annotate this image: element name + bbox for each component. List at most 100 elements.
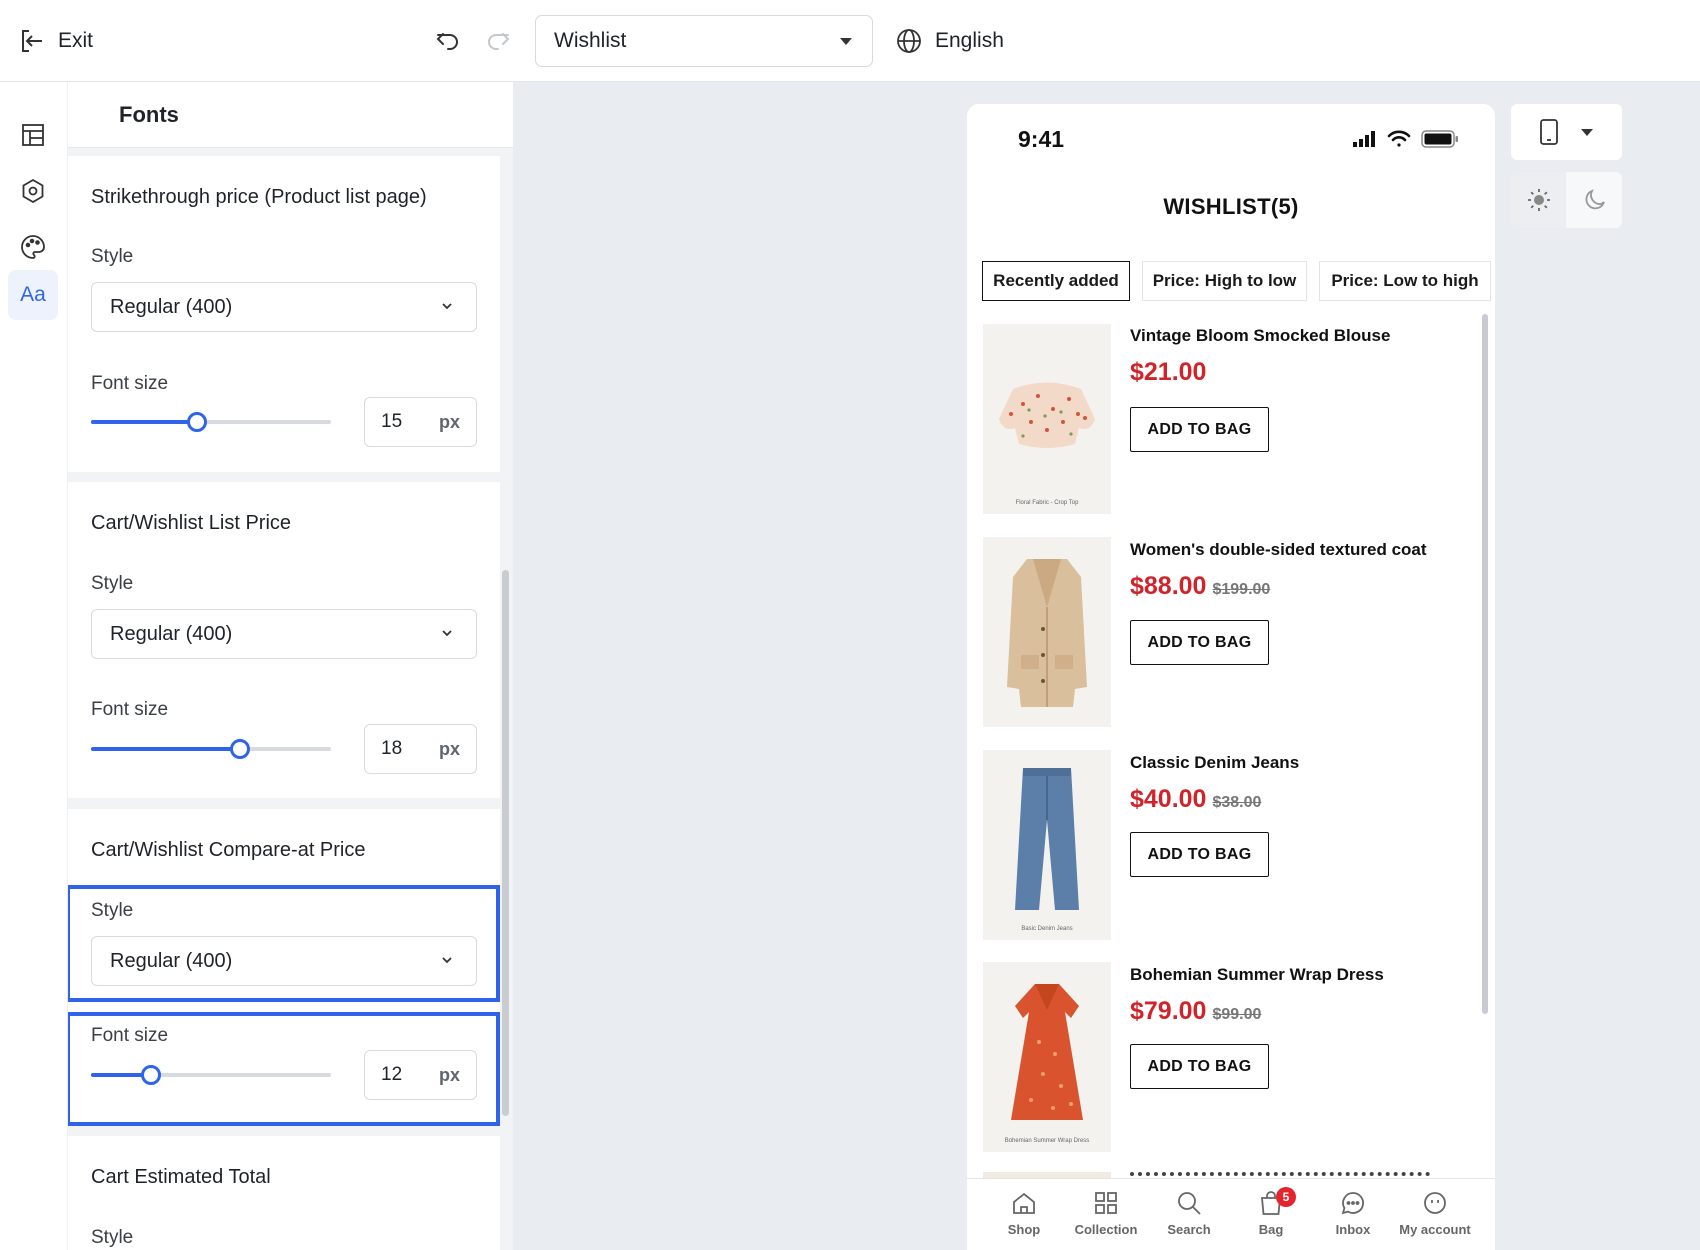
battery-icon [1421, 130, 1458, 148]
panel-header: Fonts [68, 82, 513, 148]
product-price: $79.00 $99.00 [1130, 997, 1261, 1026]
font-size-input[interactable]: 18 px [364, 724, 477, 774]
product-name[interactable]: Women's double-sided textured coat [1130, 540, 1427, 560]
exit-label: Exit [58, 29, 94, 52]
rail-item-layout[interactable] [8, 110, 58, 160]
font-size-slider[interactable] [91, 410, 331, 434]
section-title: Strikethrough price (Product list page) [91, 186, 427, 208]
slider-thumb[interactable] [186, 412, 207, 432]
compare-at-price: $199.00 [1212, 581, 1271, 598]
product-image[interactable]: Floral Fabric - Crop Top [983, 324, 1111, 514]
font-size-input[interactable]: 15 px [364, 397, 477, 447]
font-size-label: Font size [91, 699, 169, 720]
dark-theme-button[interactable] [1567, 172, 1622, 228]
font-size-slider[interactable] [91, 737, 331, 761]
sort-tab-high-low[interactable]: Price: High to low [1142, 261, 1307, 301]
add-to-bag-button[interactable]: ADD TO BAG [1130, 407, 1269, 452]
section-title: Cart/Wishlist Compare-at Price [91, 839, 366, 861]
bottom-tab-bar: Shop Collection Search Bag 5 Inbox My ac… [967, 1178, 1495, 1250]
sort-tab-recent[interactable]: Recently added [982, 261, 1130, 301]
tab-shop[interactable]: Shop [983, 1187, 1065, 1239]
product-price: $88.00 $199.00 [1130, 572, 1270, 601]
exit-icon [22, 30, 42, 52]
font-size-value: 18 [381, 738, 403, 759]
style-select[interactable]: Regular (400) [91, 282, 477, 332]
style-label: Style [91, 573, 134, 594]
slider-thumb[interactable] [229, 739, 250, 759]
price: $40.00 [1130, 785, 1207, 813]
product-image[interactable] [983, 537, 1111, 727]
add-to-bag-button[interactable]: ADD TO BAG [1130, 1044, 1269, 1089]
section-title: Cart/Wishlist List Price [91, 512, 292, 534]
tab-my-account[interactable]: My account [1394, 1187, 1476, 1239]
rail-item-fonts[interactable]: Aa [8, 270, 58, 320]
tab-search[interactable]: Search [1148, 1187, 1230, 1239]
add-to-bag-button[interactable]: ADD TO BAG [1130, 620, 1269, 665]
caret-down-icon [1581, 128, 1593, 136]
page-select[interactable]: Wishlist [535, 15, 873, 67]
panel-scrollbar[interactable] [502, 570, 509, 1116]
left-rail: Aa [0, 82, 68, 1250]
chevron-down-icon [442, 630, 452, 637]
product-name[interactable]: Bohemian Summer Wrap Dress [1130, 965, 1384, 985]
device-switcher[interactable] [1511, 104, 1622, 160]
top-bar: Exit Wishlist English [0, 0, 1700, 82]
wifi-icon [1387, 130, 1411, 147]
dress-image: Bohemian Summer Wrap Dress [983, 962, 1111, 1152]
sort-tab-low-high[interactable]: Price: Low to high [1319, 261, 1491, 301]
grid-icon [1095, 1192, 1117, 1214]
language-label: English [935, 29, 1004, 52]
style-label: Style [91, 1227, 134, 1248]
tab-bag[interactable]: Bag 5 [1230, 1187, 1312, 1239]
panel-title: Fonts [119, 102, 179, 127]
account-icon [1424, 1192, 1446, 1214]
rail-item-colors[interactable] [8, 222, 58, 272]
home-icon [1013, 1192, 1035, 1214]
chat-icon [1341, 1192, 1364, 1215]
caret-down-icon [840, 38, 852, 45]
mobile-icon [1540, 119, 1558, 145]
slider-fill [91, 747, 240, 751]
product-image[interactable]: Bohemian Summer Wrap Dress [983, 962, 1111, 1152]
sun-icon [1527, 189, 1550, 211]
tab-label: Bag [1258, 1222, 1284, 1237]
svg-text:Bohemian Summer Wrap Dress: Bohemian Summer Wrap Dress [1005, 1138, 1090, 1144]
tab-inbox[interactable]: Inbox [1312, 1187, 1394, 1239]
product-image[interactable]: Basic Denim Jeans [983, 750, 1111, 940]
font-size-unit: px [438, 739, 460, 759]
typography-icon: Aa [20, 283, 46, 306]
coat-image [983, 537, 1111, 727]
wishlist-title: WISHLIST(5) [1163, 194, 1299, 219]
font-size-unit: px [438, 412, 460, 432]
product-price: $21.00 [1130, 358, 1206, 387]
product-name[interactable]: Vintage Bloom Smocked Blouse [1130, 326, 1390, 346]
rail-item-components[interactable] [8, 166, 58, 216]
theme-toggle [1511, 172, 1622, 228]
compare-at-price: $99.00 [1212, 1006, 1262, 1023]
product-name[interactable]: Classic Denim Jeans [1130, 753, 1299, 773]
section-estimated-total: Cart Estimated Total Style [68, 1136, 500, 1250]
font-size-label: Font size [91, 373, 169, 394]
tab-collection[interactable]: Collection [1065, 1187, 1147, 1239]
highlight-style-box [68, 885, 500, 1002]
style-select[interactable]: Regular (400) [91, 609, 477, 659]
highlight-font-size-box [68, 1012, 500, 1126]
exit-button[interactable]: Exit [18, 24, 93, 58]
palette-icon [21, 235, 45, 259]
light-theme-button[interactable] [1511, 172, 1566, 228]
language-switcher[interactable]: English [895, 24, 1004, 58]
svg-text:Floral Fabric - Crop Top: Floral Fabric - Crop Top [1016, 500, 1080, 506]
status-icons [1353, 130, 1459, 148]
phone-preview: 9:41 WISHLIST(5) Recently added Price: H… [967, 104, 1495, 1250]
search-icon [1178, 1192, 1201, 1215]
layout-icon [22, 124, 44, 146]
chevron-down-icon [442, 303, 452, 310]
tab-label: Search [1167, 1222, 1211, 1237]
compare-at-price: $38.00 [1212, 794, 1262, 811]
redo-icon[interactable] [484, 26, 512, 54]
add-to-bag-button[interactable]: ADD TO BAG [1130, 832, 1269, 877]
undo-icon[interactable] [434, 26, 462, 54]
wishlist-scrollbar[interactable] [1482, 314, 1488, 1014]
price: $88.00 [1130, 572, 1207, 600]
jeans-image: Basic Denim Jeans [983, 750, 1111, 940]
